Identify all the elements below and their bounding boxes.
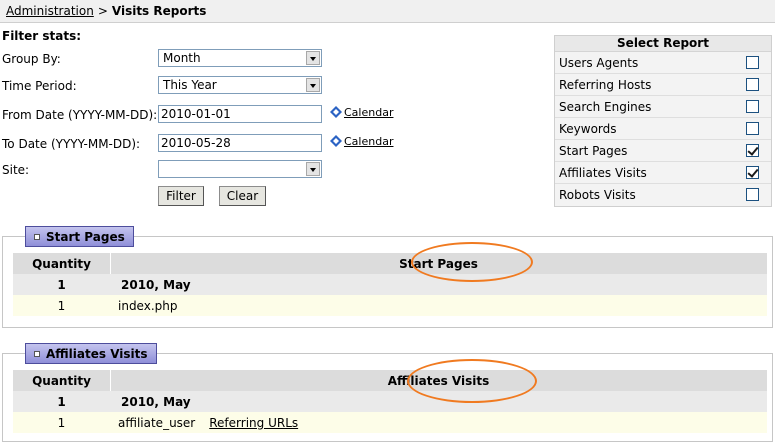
chevron-down-icon: [306, 78, 320, 92]
affiliates-visits-section: Quantity Affiliates Visits 1 2010, May 1…: [2, 353, 773, 442]
report-option-label: Keywords: [559, 122, 617, 136]
affiliates-visits-checkbox[interactable]: [746, 166, 759, 179]
to-date-calendar-link[interactable]: Calendar: [344, 135, 393, 148]
from-date-input[interactable]: 2010-01-01: [158, 105, 322, 123]
select-report-title: Select Report: [555, 36, 771, 52]
clear-button[interactable]: Clear: [219, 186, 266, 206]
affiliates-visits-table: Quantity Affiliates Visits 1 2010, May 1…: [13, 370, 767, 433]
group-row: 1 2010, May: [13, 391, 767, 412]
row-affiliate-name: affiliate_user Referring URLs: [118, 416, 298, 430]
square-icon: [34, 350, 40, 357]
breadcrumb: Administration > Visits Reports: [0, 0, 775, 23]
report-option-keywords[interactable]: Keywords: [555, 118, 771, 140]
report-option-label: Search Engines: [559, 100, 652, 114]
group-label: 2010, May: [121, 395, 191, 409]
start-pages-checkbox[interactable]: [746, 144, 759, 157]
quantity-header: Quantity: [32, 374, 91, 388]
report-option-search-engines[interactable]: Search Engines: [555, 96, 771, 118]
breadcrumb-administration-link[interactable]: Administration: [6, 4, 94, 18]
affiliates-visits-tab[interactable]: Affiliates Visits: [25, 343, 157, 364]
to-date-input[interactable]: 2010-05-28: [158, 134, 322, 152]
time-period-select[interactable]: This Year: [158, 76, 322, 94]
quantity-header: Quantity: [32, 257, 91, 271]
report-option-start-pages[interactable]: Start Pages: [555, 140, 771, 162]
report-option-label: Start Pages: [559, 144, 628, 158]
start-pages-tab[interactable]: Start Pages: [25, 226, 134, 247]
filter-button[interactable]: Filter: [158, 186, 204, 206]
row-quantity: 1: [57, 299, 66, 313]
calendar-icon: [330, 106, 342, 118]
table-row: 1 affiliate_user Referring URLs: [13, 412, 767, 433]
chevron-down-icon: [306, 162, 320, 176]
referring-urls-link[interactable]: Referring URLs: [209, 416, 298, 430]
from-date-calendar-button[interactable]: Calendar: [330, 106, 393, 119]
search-engines-checkbox[interactable]: [746, 100, 759, 113]
start-pages-table: Quantity Start Pages 1 2010, May 1 index…: [13, 253, 767, 316]
to-date-calendar-button[interactable]: Calendar: [330, 135, 393, 148]
site-select[interactable]: [158, 160, 322, 178]
group-row: 1 2010, May: [13, 274, 767, 295]
page-title: Visits Reports: [111, 4, 207, 18]
table-row: 1 index.php: [13, 295, 767, 316]
table-header: Quantity Start Pages: [13, 253, 767, 274]
row-quantity: 1: [57, 416, 66, 430]
table-header: Quantity Affiliates Visits: [13, 370, 767, 391]
report-option-users-agents[interactable]: Users Agents: [555, 52, 771, 74]
to-date-label: To Date (YYYY-MM-DD):: [2, 137, 141, 151]
affiliate-name: affiliate_user: [118, 416, 196, 430]
group-by-value: Month: [163, 51, 201, 65]
report-option-label: Affiliates Visits: [559, 166, 647, 180]
breadcrumb-separator: >: [97, 4, 108, 18]
report-option-affiliates-visits[interactable]: Affiliates Visits: [555, 162, 771, 184]
group-by-label: Group By:: [2, 52, 61, 66]
from-date-label: From Date (YYYY-MM-DD):: [2, 108, 158, 122]
select-report-panel: Select Report Users Agents Referring Hos…: [554, 35, 772, 207]
referring-hosts-checkbox[interactable]: [746, 78, 759, 91]
site-label: Site:: [2, 163, 30, 177]
keywords-checkbox[interactable]: [746, 122, 759, 135]
start-pages-section: Quantity Start Pages 1 2010, May 1 index…: [2, 236, 773, 328]
row-page-name: index.php: [118, 299, 178, 313]
report-option-referring-hosts[interactable]: Referring Hosts: [555, 74, 771, 96]
annotation-oval: [411, 242, 533, 282]
start-pages-tab-label: Start Pages: [46, 230, 125, 244]
from-date-calendar-link[interactable]: Calendar: [344, 106, 393, 119]
time-period-value: This Year: [163, 78, 217, 92]
report-option-robots-visits[interactable]: Robots Visits: [555, 184, 771, 206]
time-period-label: Time Period:: [2, 79, 77, 93]
affiliates-visits-tab-label: Affiliates Visits: [46, 347, 148, 361]
report-option-label: Robots Visits: [559, 188, 636, 202]
group-quantity: 1: [57, 395, 66, 409]
group-by-select[interactable]: Month: [158, 49, 322, 67]
robots-visits-checkbox[interactable]: [746, 188, 759, 201]
report-option-label: Users Agents: [559, 56, 639, 70]
chevron-down-icon: [306, 51, 320, 65]
group-quantity: 1: [57, 278, 66, 292]
annotation-oval: [407, 359, 537, 403]
filter-title: Filter stats:: [2, 29, 82, 43]
group-label: 2010, May: [121, 278, 191, 292]
users-agents-checkbox[interactable]: [746, 56, 759, 69]
square-icon: [34, 233, 40, 240]
report-option-label: Referring Hosts: [559, 78, 652, 92]
calendar-icon: [330, 135, 342, 147]
